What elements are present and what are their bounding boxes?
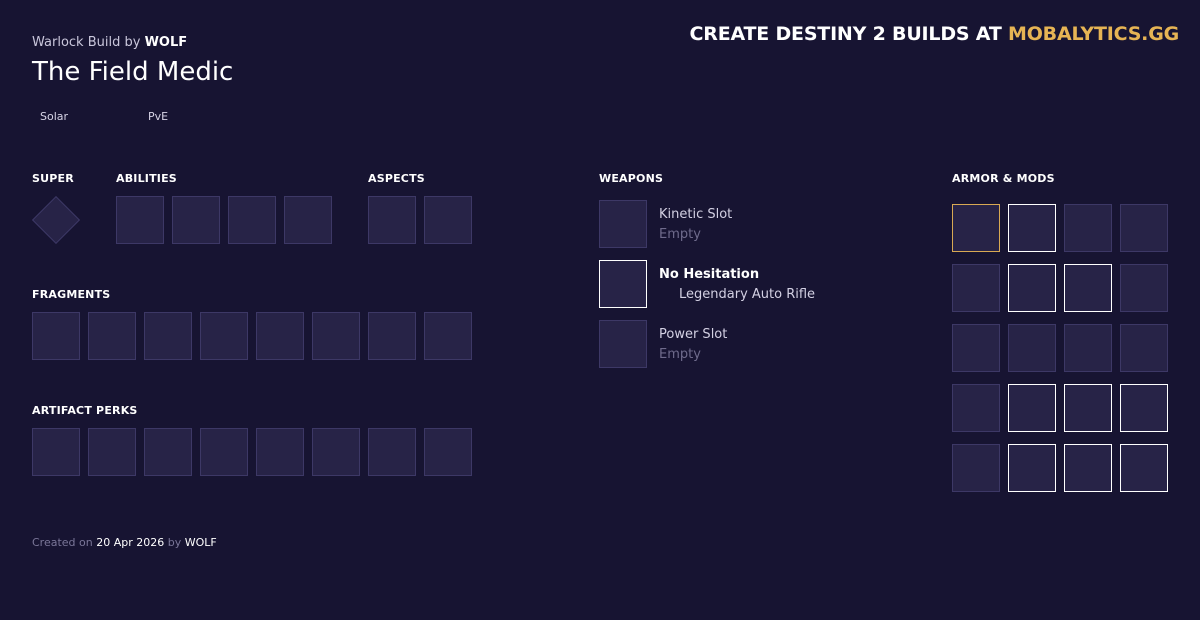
weapon-power-slot[interactable] [599,320,647,368]
tag-activity: PvE [148,110,169,123]
artifact-perk-slot[interactable] [368,428,416,476]
footer-by-label: by [167,536,182,549]
weapon-energy-slot[interactable] [599,260,647,308]
fragment-slot[interactable] [200,312,248,360]
artifact-perk-slot[interactable] [144,428,192,476]
armor-chest-slot[interactable] [952,324,1000,372]
tag-subclass: Solar [40,110,69,123]
armor-mod-slot[interactable] [1064,384,1112,432]
armor-helmet-slot[interactable] [952,204,1000,252]
build-byline: Warlock Build by WOLF [32,35,187,50]
footer-author-link[interactable]: WOLF [185,536,217,549]
armor-mod-slot[interactable] [1064,264,1112,312]
armor-mod-slot[interactable] [1008,384,1056,432]
ability-slot[interactable] [116,196,164,244]
class-build-label: Warlock Build [32,35,121,50]
armor-mod-slot[interactable] [1120,384,1168,432]
weapon-energy-sub: Legendary Auto Rifle [679,287,816,302]
promo-brand[interactable]: MOBALYTICS.GG [1008,23,1179,45]
fragment-slot[interactable] [32,312,80,360]
aspects-label: ASPECTS [368,172,425,185]
artifact-perk-slot[interactable] [424,428,472,476]
abilities-label: ABILITIES [116,172,177,185]
artifact-perk-slot[interactable] [32,428,80,476]
weapons-label: WEAPONS [599,172,664,185]
armor-mods-label: ARMOR & MODS [952,172,1055,185]
fragment-slot[interactable] [368,312,416,360]
armor-mod-slot[interactable] [1008,324,1056,372]
aspect-slot[interactable] [368,196,416,244]
fragment-slot[interactable] [144,312,192,360]
artifact-perk-slot[interactable] [312,428,360,476]
ability-slot[interactable] [228,196,276,244]
promo-banner[interactable]: CREATE DESTINY 2 BUILDS AT MOBALYTICS.GG [689,23,1180,45]
armor-mod-slot[interactable] [1064,204,1112,252]
armor-gauntlets-slot[interactable] [952,264,1000,312]
artifact-perk-slot[interactable] [88,428,136,476]
artifact-perk-slot[interactable] [200,428,248,476]
fragment-slot[interactable] [312,312,360,360]
armor-mod-slot[interactable] [1120,264,1168,312]
armor-mod-slot[interactable] [1064,324,1112,372]
fragment-slot[interactable] [424,312,472,360]
armor-mod-slot[interactable] [1120,324,1168,372]
aspect-slot[interactable] [424,196,472,244]
weapon-kinetic-name: Kinetic Slot [659,207,733,222]
artifact-perks-label: ARTIFACT PERKS [32,404,138,417]
author-link[interactable]: WOLF [145,35,188,50]
page-title: The Field Medic [32,57,234,87]
fragment-slot[interactable] [256,312,304,360]
armor-mod-slot[interactable] [1064,444,1112,492]
weapon-power-name: Power Slot [659,327,728,342]
armor-legs-slot[interactable] [952,384,1000,432]
super-label: SUPER [32,172,74,185]
armor-mod-slot[interactable] [1008,444,1056,492]
weapon-kinetic-slot[interactable] [599,200,647,248]
super-slot[interactable] [31,195,81,245]
fragments-label: FRAGMENTS [32,288,111,301]
artifact-perk-slot[interactable] [256,428,304,476]
weapon-energy-name: No Hesitation [659,267,760,282]
armor-mod-slot[interactable] [1008,204,1056,252]
promo-text: CREATE DESTINY 2 BUILDS AT [689,23,1002,45]
footer-created: Created on 20 Apr 2026 by WOLF [32,536,217,549]
armor-mod-slot[interactable] [1120,204,1168,252]
by-label: by [124,35,141,50]
fragment-slot[interactable] [88,312,136,360]
created-date: 20 Apr 2026 [96,536,165,549]
created-on-label: Created on [32,536,93,549]
armor-mod-slot[interactable] [1008,264,1056,312]
ability-slot[interactable] [172,196,220,244]
armor-class-item-slot[interactable] [952,444,1000,492]
ability-slot[interactable] [284,196,332,244]
weapon-kinetic-sub: Empty [659,227,701,242]
weapon-power-sub: Empty [659,347,701,362]
armor-mod-slot[interactable] [1120,444,1168,492]
